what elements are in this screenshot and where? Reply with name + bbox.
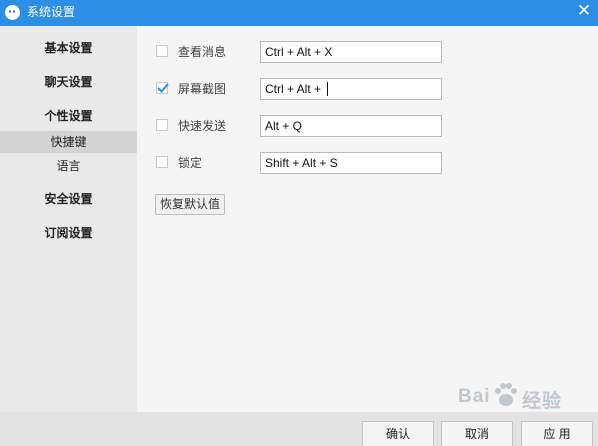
checkmark-icon	[157, 83, 169, 93]
baidu-jingyan-watermark: Bai 经验	[458, 380, 588, 412]
hotkey-row-view-message: 查看消息 Ctrl + Alt + X	[154, 41, 594, 63]
hotkey-row-quick-send: 快速发送 Alt + Q	[154, 115, 594, 137]
view-message-checkbox[interactable]	[156, 45, 168, 57]
screenshot-checkbox[interactable]	[156, 82, 169, 94]
hotkey-settings-panel: 查看消息 Ctrl + Alt + X 屏幕截图 Ctrl + Alt + 快速…	[137, 26, 598, 412]
lock-label: 锁定	[178, 156, 203, 170]
quick-send-checkbox[interactable]	[156, 119, 168, 131]
watermark-text-right: 经验	[522, 391, 563, 412]
close-icon[interactable]: ✕	[575, 2, 593, 20]
confirm-button[interactable]: 确认	[362, 421, 434, 446]
screenshot-label: 屏幕截图	[178, 82, 227, 96]
quick-send-hotkey-input[interactable]: Alt + Q	[260, 115, 442, 137]
window-title: 系统设置	[27, 5, 76, 19]
sidebar-item-language[interactable]: 语言	[0, 155, 137, 177]
settings-sidebar: 基本设置 聊天设置 个性设置 快捷键 语言 安全设置 订阅设置	[0, 26, 137, 412]
quick-send-label: 快速发送	[178, 119, 227, 133]
hotkey-row-lock: 锁定 Shift + Alt + S	[154, 152, 594, 174]
lock-hotkey-input[interactable]: Shift + Alt + S	[260, 152, 442, 174]
lock-checkbox[interactable]	[156, 156, 168, 168]
view-message-label: 查看消息	[178, 45, 227, 59]
restore-defaults-button[interactable]: 恢复默认值	[155, 194, 226, 215]
sidebar-item-hotkeys[interactable]: 快捷键	[0, 131, 137, 153]
sidebar-item-chat[interactable]: 聊天设置	[0, 73, 137, 90]
apply-button[interactable]: 应 用	[521, 421, 593, 446]
dialog-footer: 确认 取消 应 用	[0, 412, 598, 446]
hotkey-row-screenshot: 屏幕截图 Ctrl + Alt +	[154, 78, 594, 100]
sidebar-item-personal[interactable]: 个性设置	[0, 107, 137, 124]
cancel-button[interactable]: 取消	[441, 421, 513, 446]
view-message-hotkey-input[interactable]: Ctrl + Alt + X	[260, 41, 442, 63]
sidebar-item-subscription[interactable]: 订阅设置	[0, 224, 137, 241]
watermark-text-left: Bai	[458, 386, 491, 407]
sidebar-item-security[interactable]: 安全设置	[0, 190, 137, 207]
baidu-paw-icon	[495, 383, 517, 406]
qq-penguin-icon	[5, 5, 20, 20]
sidebar-item-basic[interactable]: 基本设置	[0, 39, 137, 56]
text-caret	[327, 82, 329, 96]
title-bar: 系统设置 ✕	[0, 0, 598, 26]
screenshot-hotkey-input[interactable]: Ctrl + Alt +	[260, 78, 442, 100]
